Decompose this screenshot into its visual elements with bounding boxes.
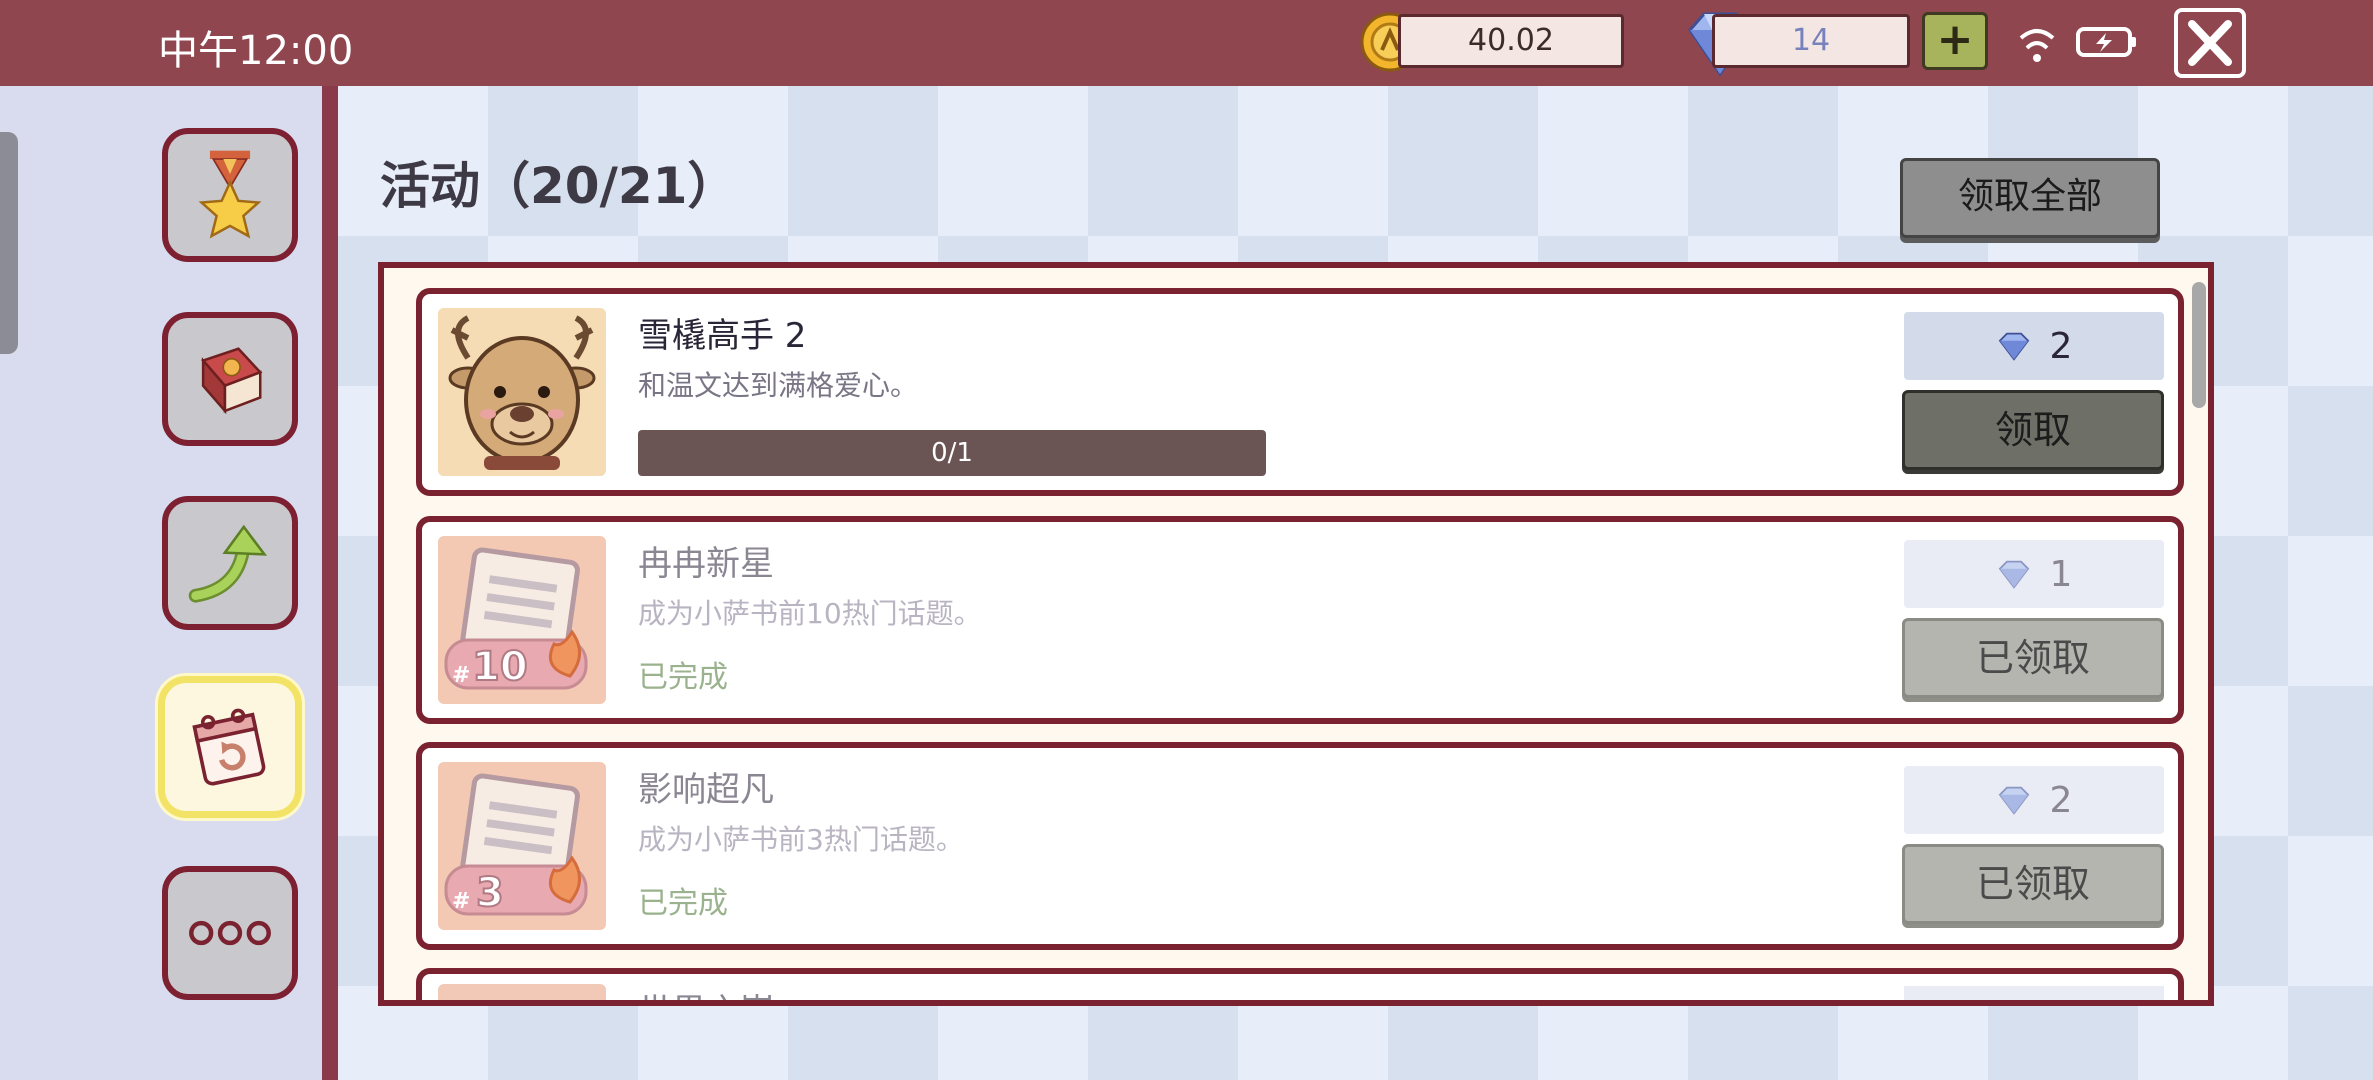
book-icon bbox=[200, 347, 263, 415]
task-card: 世界之巅 bbox=[416, 968, 2184, 1000]
task-status: 已完成 bbox=[638, 886, 728, 921]
sidebar-item-progress[interactable] bbox=[162, 496, 298, 630]
clock: 中午12:00 bbox=[158, 28, 354, 74]
medal-star-icon bbox=[198, 150, 262, 239]
battery-charging-icon bbox=[2076, 27, 2136, 57]
task-description: 和温文达到满格爱心。 bbox=[638, 369, 919, 402]
claim-all-button[interactable]: 领取全部 bbox=[1900, 158, 2160, 238]
scrollbar[interactable] bbox=[2192, 282, 2206, 408]
calendar-refresh-icon bbox=[192, 708, 266, 786]
reindeer-icon bbox=[438, 308, 606, 476]
more-icon bbox=[189, 920, 271, 946]
task-description: 成为小萨书前3热门话题。 bbox=[638, 823, 964, 856]
task-card: 雪橇高手 2 和温文达到满格爱心。 0/1 2 领取 bbox=[416, 288, 2184, 496]
coin-counter: 40.02 bbox=[1398, 14, 1624, 68]
sidebar-item-events[interactable] bbox=[158, 676, 302, 818]
task-description: 成为小萨书前10热门话题。 bbox=[638, 597, 982, 630]
page-title: 活动（20/21） bbox=[380, 157, 738, 215]
top-bar: 中午12:00 40.02 14 + bbox=[0, 0, 2373, 86]
task-reward: 2 bbox=[1904, 312, 2164, 380]
sidebar-divider bbox=[322, 86, 338, 1080]
reward-amount: 2 bbox=[2049, 779, 2073, 821]
gem-icon bbox=[1998, 332, 2029, 361]
reward-amount: 2 bbox=[2049, 325, 2073, 367]
arrow-up-icon bbox=[188, 524, 268, 603]
task-title: 影响超凡 bbox=[638, 770, 774, 810]
claimed-button[interactable]: 已领取 bbox=[1902, 844, 2164, 924]
gem-icon bbox=[1998, 560, 2029, 589]
task-thumbnail: # 10 bbox=[438, 536, 606, 704]
task-title: 世界之巅 bbox=[638, 984, 774, 1000]
close-button[interactable] bbox=[2174, 8, 2246, 78]
task-thumbnail: # 3 bbox=[438, 762, 606, 930]
claimed-button[interactable]: 已领取 bbox=[1902, 618, 2164, 698]
sidebar-item-book[interactable] bbox=[162, 312, 298, 446]
task-status: 已完成 bbox=[638, 660, 728, 695]
hot-topic-document-icon: # 10 bbox=[438, 536, 606, 704]
task-progress-bar: 0/1 bbox=[638, 430, 1266, 476]
claim-button[interactable]: 领取 bbox=[1902, 390, 2164, 470]
rank-badge: 10 bbox=[472, 644, 528, 690]
task-reward: 2 bbox=[1904, 766, 2164, 834]
sidebar-item-achievements[interactable] bbox=[162, 128, 298, 262]
sidebar-item-more[interactable] bbox=[162, 866, 298, 1000]
task-thumbnail bbox=[438, 308, 606, 476]
close-icon bbox=[2188, 20, 2232, 66]
task-reward: 1 bbox=[1904, 540, 2164, 608]
sidebar-handle[interactable] bbox=[0, 132, 18, 354]
hot-topic-document-icon: # 3 bbox=[438, 762, 606, 930]
gem-icon bbox=[1998, 786, 2029, 815]
task-title: 雪橇高手 2 bbox=[638, 316, 807, 356]
rank-badge-hash: # bbox=[452, 889, 470, 914]
add-gems-button[interactable]: + bbox=[1922, 12, 1988, 70]
wifi-icon bbox=[2019, 29, 2055, 62]
rank-badge-hash: # bbox=[452, 663, 470, 688]
task-list[interactable]: 雪橇高手 2 和温文达到满格爱心。 0/1 2 领取 # 10 冉冉新星 成为小… bbox=[378, 262, 2214, 1006]
task-reward bbox=[1904, 986, 2164, 1000]
gem-counter: 14 bbox=[1712, 14, 1910, 68]
reward-amount: 1 bbox=[2049, 553, 2073, 595]
task-card: # 10 冉冉新星 成为小萨书前10热门话题。 已完成 1 已领取 bbox=[416, 516, 2184, 724]
task-title: 冉冉新星 bbox=[638, 544, 774, 584]
task-card: # 3 影响超凡 成为小萨书前3热门话题。 已完成 2 已领取 bbox=[416, 742, 2184, 950]
task-thumbnail bbox=[438, 984, 606, 1000]
rank-badge: 3 bbox=[476, 870, 504, 916]
